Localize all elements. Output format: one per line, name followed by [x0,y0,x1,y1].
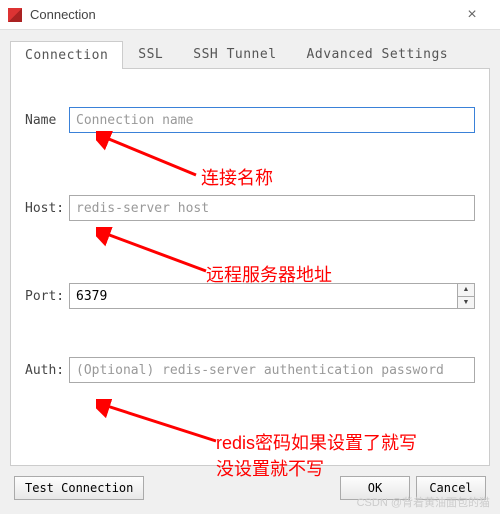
tab-panel-connection: Name 连接名称 Host: 远程服务器地址 Port: ▲ ▼ [10,69,490,466]
tab-ssl[interactable]: SSL [123,40,178,68]
dialog-body: Connection SSL SSH Tunnel Advanced Setti… [0,30,500,514]
cancel-button[interactable]: Cancel [416,476,486,500]
name-input[interactable] [69,107,475,133]
arrow-icon [96,399,226,447]
host-label: Host: [25,201,69,216]
annotation-name: 连接名称 [201,164,273,190]
window-title: Connection [30,7,452,22]
app-icon [8,8,22,22]
annotation-auth: redis密码如果设置了就写 没设置就不写 [216,429,417,481]
auth-input[interactable] [69,357,475,383]
tab-advanced[interactable]: Advanced Settings [292,40,464,68]
auth-label: Auth: [25,363,69,378]
annotation-auth-line2: 没设置就不写 [216,455,417,481]
test-connection-button[interactable]: Test Connection [14,476,144,500]
annotation-auth-line1: redis密码如果设置了就写 [216,429,417,455]
tab-ssh-tunnel[interactable]: SSH Tunnel [178,40,291,68]
close-icon[interactable]: × [452,6,492,24]
arrow-icon [96,227,216,277]
port-input[interactable] [69,283,457,309]
tab-connection[interactable]: Connection [10,41,123,69]
host-input[interactable] [69,195,475,221]
port-step-up-icon[interactable]: ▲ [458,284,474,297]
port-spin-buttons: ▲ ▼ [457,283,475,309]
port-spinner[interactable]: ▲ ▼ [69,283,475,309]
port-step-down-icon[interactable]: ▼ [458,297,474,309]
arrow-icon [96,131,206,181]
titlebar: Connection × [0,0,500,30]
name-label: Name [25,113,69,128]
tab-bar: Connection SSL SSH Tunnel Advanced Setti… [10,40,490,69]
port-label: Port: [25,289,69,304]
